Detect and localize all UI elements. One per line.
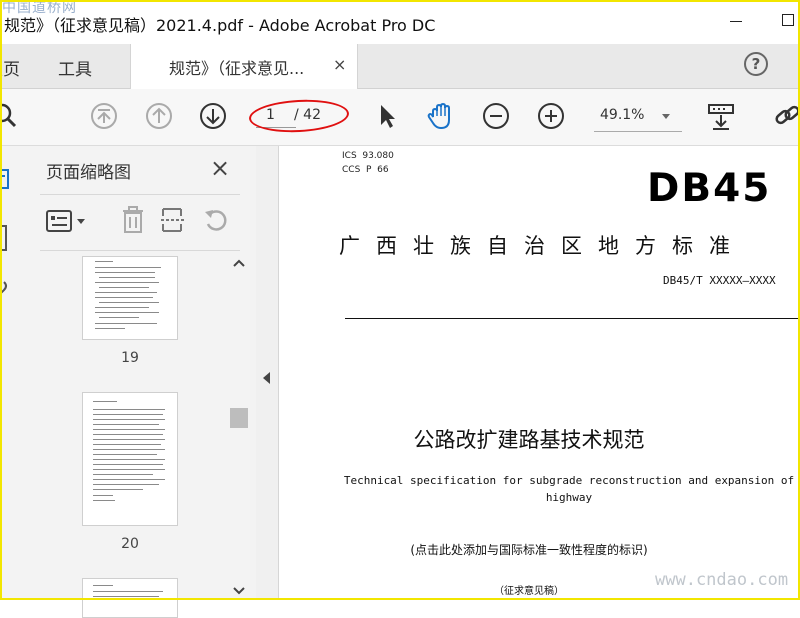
panel-title: 页面缩略图: [46, 163, 131, 183]
doc-db-code: DB45: [647, 166, 772, 211]
tab-tools[interactable]: 工具: [58, 55, 92, 80]
thumbnail-page-number: 20: [121, 536, 139, 552]
page-thumbnails-icon[interactable]: [0, 168, 12, 190]
panel-collapse-handle[interactable]: [256, 146, 279, 600]
doc-classification: ICS 93.080 CCS P 66: [342, 149, 394, 177]
search-icon[interactable]: [0, 101, 20, 131]
chevron-down-icon: [662, 114, 670, 119]
doc-standard-type: 广西壮族自治区地方标准: [339, 234, 746, 258]
panel-close-button[interactable]: ×: [210, 154, 230, 182]
zoom-select[interactable]: 49.1%: [594, 103, 682, 132]
thumbnail-page-20[interactable]: [82, 392, 178, 526]
left-tool-strip: [0, 146, 27, 600]
zoom-out-icon[interactable]: [481, 101, 511, 131]
document-view[interactable]: ICS 93.080 CCS P 66 DB45 广西壮族自治区地方标准 DB4…: [279, 146, 800, 600]
scroll-mode-icon[interactable]: [706, 101, 736, 131]
doc-rule-line: [345, 318, 800, 319]
tab-document[interactable]: 规范》（征求意见... ×: [130, 44, 358, 89]
minimize-button[interactable]: [730, 21, 742, 22]
watermark-bottom: www.cndao.com: [655, 570, 789, 590]
bookmarks-icon[interactable]: [0, 224, 12, 254]
first-page-icon[interactable]: [89, 101, 119, 131]
doc-ccs: CCS P 66: [342, 165, 389, 175]
thumbnail-panel: 页面缩略图 × 19 20: [26, 146, 257, 618]
doc-title-cn: 公路改扩建路基技术规范: [413, 428, 645, 452]
select-cursor-icon[interactable]: [372, 101, 402, 131]
title-bar: 中国道桥网 规范》（征求意见稿）2021.4.pdf - Adobe Acrob…: [0, 0, 800, 44]
thumbnail-page-21[interactable]: [82, 578, 178, 618]
attachments-icon[interactable]: [0, 278, 12, 300]
rotate-icon[interactable]: [202, 206, 230, 234]
tab-close-button[interactable]: ×: [333, 55, 346, 74]
tab-home[interactable]: 主页: [0, 55, 20, 80]
panel-divider: [40, 250, 240, 251]
zoom-value: 49.1%: [600, 107, 645, 123]
thumbnail-options-icon[interactable]: [46, 208, 90, 234]
doc-ics: ICS 93.080: [342, 151, 394, 161]
zoom-in-icon[interactable]: [536, 101, 566, 131]
scrollbar-thumb[interactable]: [230, 408, 248, 428]
panel-divider: [40, 194, 240, 195]
link-icon[interactable]: [772, 101, 800, 131]
help-icon[interactable]: ?: [744, 52, 768, 76]
collapse-arrow-icon: [263, 372, 270, 384]
doc-number: DB45/T XXXXX—XXXX: [663, 274, 776, 287]
doc-consistency-note: (点击此处添加与国际标准一致性程度的标识): [410, 543, 648, 557]
thumbnail-page-number: 19: [121, 350, 139, 366]
maximize-button[interactable]: [782, 14, 794, 26]
scroll-down-icon[interactable]: [232, 586, 246, 596]
thumbnail-page-19[interactable]: [82, 256, 178, 340]
thumbnail-scrollbar[interactable]: [230, 256, 248, 600]
tab-bar: 主页 工具 规范》（征求意见... ×: [0, 44, 800, 89]
hand-tool-icon[interactable]: [426, 101, 456, 131]
window-title: 规范》（征求意见稿）2021.4.pdf - Adobe Acrobat Pro…: [4, 16, 436, 35]
doc-title-en: Technical specification for subgrade rec…: [343, 474, 795, 504]
extract-pages-icon[interactable]: [160, 206, 186, 234]
prev-page-icon[interactable]: [144, 101, 174, 131]
trash-icon[interactable]: [120, 206, 146, 234]
tab-document-label: 规范》（征求意见...: [169, 59, 305, 78]
toolbar: / 42 49.1%: [0, 89, 800, 146]
next-page-icon[interactable]: [198, 101, 228, 131]
scroll-up-icon[interactable]: [232, 258, 246, 268]
